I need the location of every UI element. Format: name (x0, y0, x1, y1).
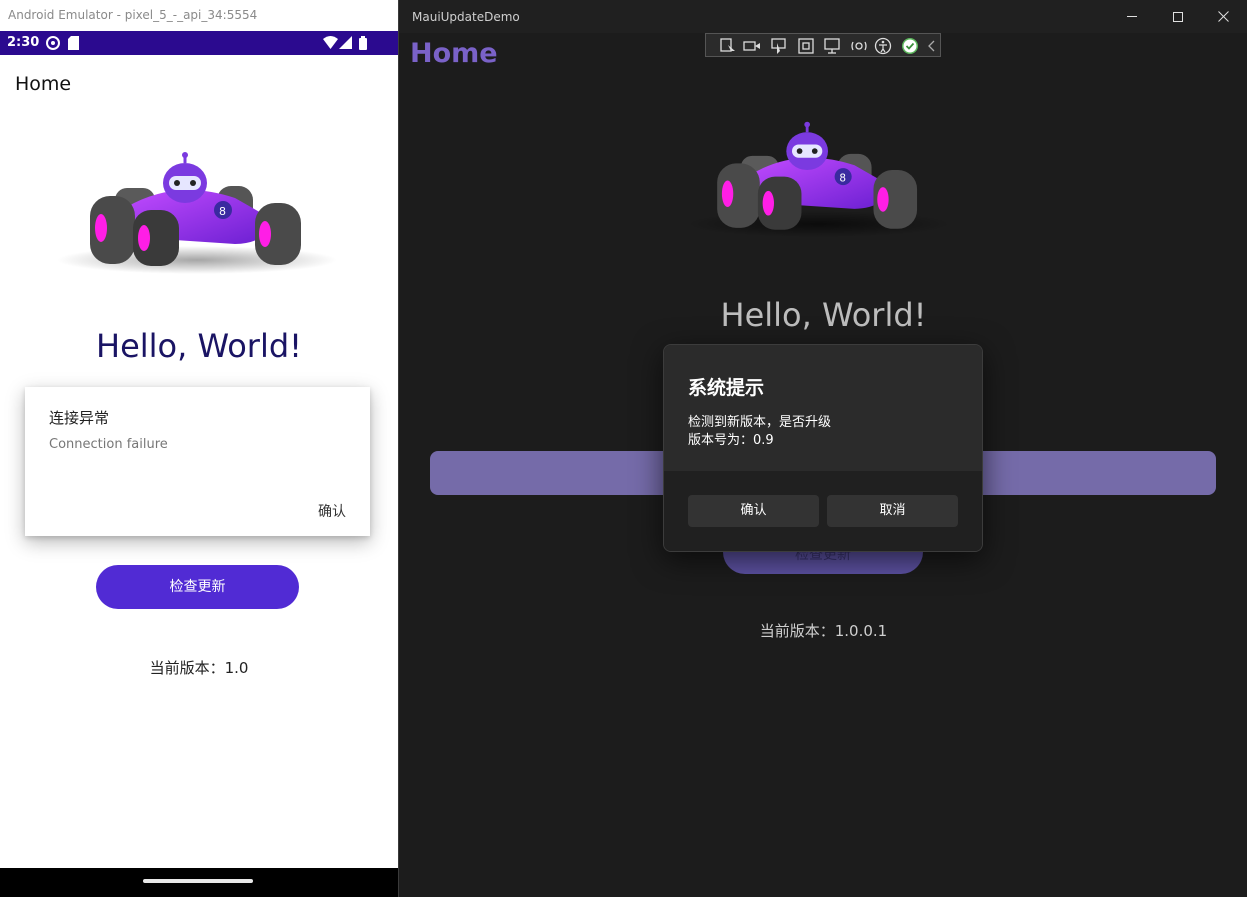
battery-icon (359, 36, 367, 50)
wifi-icon (323, 36, 338, 49)
android-navigation-bar (0, 868, 398, 897)
notification-icon (46, 36, 60, 50)
dotnet-bot-car-image: 8 (685, 121, 952, 238)
dialog-confirm-button[interactable]: 确认 (688, 495, 819, 527)
signal-icon (339, 36, 352, 49)
maximize-icon[interactable] (1155, 0, 1201, 33)
check-update-button[interactable]: 检查更新 (96, 565, 299, 609)
page-title: Home (15, 73, 72, 95)
windows-app-window: MauiUpdateDemo Home 8 Hello, World! 检查更新… (398, 0, 1247, 897)
layout-adorner-icon[interactable] (797, 37, 815, 55)
dialog-cancel-button[interactable]: 取消 (827, 495, 958, 527)
current-version-label: 当前版本：1.0 (149, 659, 249, 677)
dotnet-bot-car-image: 8 (57, 152, 337, 274)
display-layout-icon[interactable] (823, 37, 841, 55)
ok-check-icon[interactable] (901, 37, 919, 55)
collapse-chevron-icon[interactable] (923, 37, 941, 55)
android-emulator-window: Android Emulator - pixel_5_-_api_34:5554… (0, 0, 398, 897)
home-gesture-handle[interactable] (143, 879, 253, 883)
record-icon[interactable] (743, 37, 761, 55)
page-title: Home (410, 38, 498, 69)
windows-title-bar: MauiUpdateDemo (399, 0, 1247, 33)
emulator-title-bar: Android Emulator - pixel_5_-_api_34:5554 (0, 0, 398, 31)
dialog-message-line2: 版本号为：0.9 (688, 433, 774, 448)
svg-text:8: 8 (839, 172, 846, 184)
dialog-title: 连接异常 (49, 409, 110, 427)
dialog-confirm-button[interactable]: 确认 (318, 501, 346, 521)
status-time: 2:30 (7, 35, 40, 50)
windows-window-title: MauiUpdateDemo (412, 10, 520, 24)
accessibility-icon[interactable] (874, 37, 892, 55)
pointer-icon[interactable] (770, 37, 788, 55)
minimize-icon[interactable] (1109, 0, 1155, 33)
dialog-content-area (664, 345, 982, 471)
close-icon[interactable] (1201, 0, 1247, 33)
xaml-debug-toolbar (705, 33, 941, 57)
connection-error-dialog: 连接异常 Connection failure 确认 (25, 387, 370, 536)
system-prompt-dialog: 系统提示 检测到新版本，是否升级 版本号为：0.9 确认 取消 (663, 344, 983, 552)
hello-heading: Hello, World! (96, 327, 302, 365)
android-status-bar: 2:30 (0, 31, 398, 55)
svg-text:8: 8 (219, 205, 226, 218)
dialog-message-line1: 检测到新版本，是否升级 (688, 415, 832, 430)
dialog-message: Connection failure (49, 437, 168, 452)
select-element-icon[interactable] (719, 37, 737, 55)
current-version-label: 当前版本：1.0.0.1 (759, 622, 888, 640)
dialog-title: 系统提示 (688, 377, 765, 399)
hello-heading: Hello, World! (720, 296, 927, 334)
emulator-window-title: Android Emulator - pixel_5_-_api_34:5554 (8, 8, 258, 22)
android-app-bar: Home (0, 55, 398, 113)
hot-reload-icon[interactable] (850, 37, 868, 55)
sd-card-icon (68, 36, 79, 50)
